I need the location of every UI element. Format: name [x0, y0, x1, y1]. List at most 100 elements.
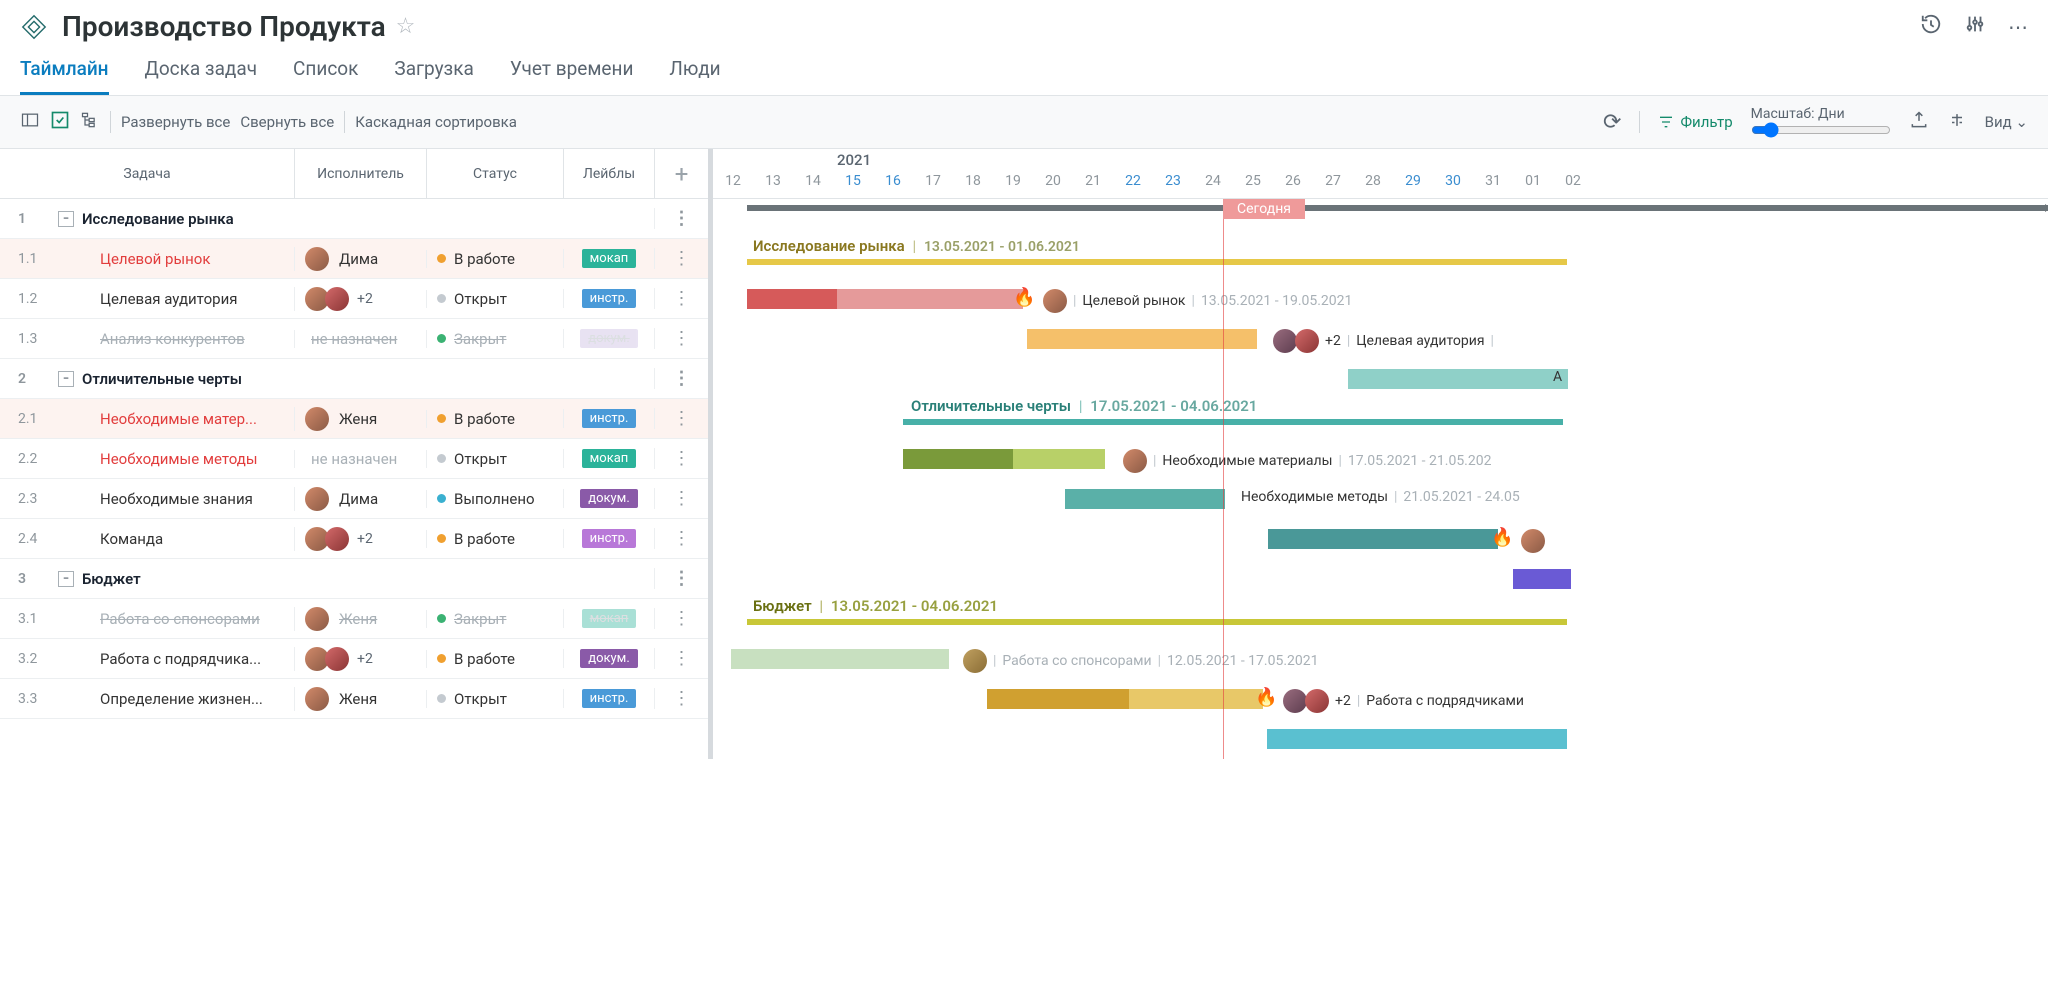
task-cell[interactable]: Необходимые методы	[48, 450, 294, 468]
filter-button[interactable]: Фильтр	[1658, 113, 1732, 131]
status-cell[interactable]: В работе	[426, 530, 563, 548]
status-cell[interactable]: Выполнено	[426, 490, 563, 508]
labels-cell[interactable]: докум.	[563, 329, 654, 348]
labels-cell[interactable]: мокап	[563, 609, 654, 628]
collapse-toggle[interactable]: −	[58, 371, 74, 387]
task-cell[interactable]: Анализ конкурентов	[48, 330, 294, 348]
panel-icon[interactable]	[20, 110, 40, 134]
gantt-chart[interactable]: ◁ 2021 121314151617181920212223242526272…	[713, 149, 2048, 759]
task-cell[interactable]: Целевая аудитория	[48, 290, 294, 308]
row-menu-button[interactable]: ⋮	[654, 488, 708, 509]
collapse-toggle[interactable]: −	[58, 211, 74, 227]
add-column-button[interactable]: +	[654, 149, 708, 198]
row-menu-button[interactable]: ⋮	[654, 688, 708, 709]
collapse-all-button[interactable]: Свернуть все	[240, 113, 334, 131]
status-cell[interactable]: В работе	[426, 650, 563, 668]
task-row[interactable]: 3.3Определение жизнен...ЖеняОткрытинстр.…	[0, 679, 708, 719]
col-task[interactable]: Задача	[0, 149, 294, 198]
status-cell[interactable]: В работе	[426, 250, 563, 268]
tab-5[interactable]: Люди	[669, 53, 720, 95]
gantt-task-row[interactable]: +2 | Целевая аудитория |	[713, 319, 2048, 359]
hierarchy-icon[interactable]	[80, 110, 100, 134]
executor-cell[interactable]: не назначен	[294, 450, 426, 468]
row-menu-button[interactable]: ⋮	[654, 608, 708, 629]
gantt-task-row[interactable]: 🔥 | Целевой рынок | 13.05.2021 - 19.05.2…	[713, 279, 2048, 319]
cascade-sort-button[interactable]: Каскадная сортировка	[355, 113, 517, 131]
group-row[interactable]: 2−Отличительные черты⋮	[0, 359, 708, 399]
labels-cell[interactable]: инстр.	[563, 409, 654, 428]
gantt-task-row[interactable]	[713, 719, 2048, 759]
task-cell[interactable]: Команда	[48, 530, 294, 548]
task-row[interactable]: 1.1Целевой рынокДимаВ работемокап⋮	[0, 239, 708, 279]
columns-icon[interactable]	[1947, 110, 1967, 134]
status-cell[interactable]: Открыт	[426, 450, 563, 468]
executor-cell[interactable]: Женя	[294, 607, 426, 631]
more-icon[interactable]: ⋯	[2008, 15, 2028, 39]
gantt-task-row[interactable]	[713, 559, 2048, 599]
col-status[interactable]: Статус	[426, 149, 563, 198]
executor-cell[interactable]: Дима	[294, 247, 426, 271]
task-cell[interactable]: −Бюджет	[48, 570, 294, 588]
view-dropdown[interactable]: Вид ⌄	[1985, 113, 2028, 131]
task-row[interactable]: 2.3Необходимые знанияДимаВыполненодокум.…	[0, 479, 708, 519]
labels-cell[interactable]: инстр.	[563, 529, 654, 548]
status-cell[interactable]: Закрыт	[426, 330, 563, 348]
task-row[interactable]: 3.1Работа со спонсорамиЖеняЗакрытмокап⋮	[0, 599, 708, 639]
status-cell[interactable]: Открыт	[426, 290, 563, 308]
task-cell[interactable]: −Отличительные черты	[48, 370, 294, 388]
row-menu-button[interactable]: ⋮	[654, 368, 708, 389]
gantt-task-row[interactable]: | Необходимые материалы | 17.05.2021 - 2…	[713, 439, 2048, 479]
refresh-icon[interactable]: ⟳	[1603, 110, 1621, 135]
gantt-task-row[interactable]: Необходимые методы | 21.05.2021 - 24.05	[713, 479, 2048, 519]
executor-cell[interactable]: +2	[294, 287, 426, 311]
zoom-slider[interactable]	[1751, 122, 1891, 138]
group-row[interactable]: 1−Исследование рынка⋮	[0, 199, 708, 239]
executor-cell[interactable]: Дима	[294, 487, 426, 511]
row-menu-button[interactable]: ⋮	[654, 328, 708, 349]
task-row[interactable]: 3.2Работа с подрядчика...+2В работедокум…	[0, 639, 708, 679]
task-cell[interactable]: Необходимые знания	[48, 490, 294, 508]
labels-cell[interactable]: инстр.	[563, 689, 654, 708]
expand-all-button[interactable]: Развернуть все	[121, 113, 230, 131]
status-cell[interactable]: В работе	[426, 410, 563, 428]
gantt-group-row[interactable]: Отличительные черты | 17.05.2021 - 04.06…	[713, 399, 2048, 439]
export-icon[interactable]	[1909, 110, 1929, 134]
task-cell[interactable]: Целевой рынок	[48, 250, 294, 268]
task-cell[interactable]: −Исследование рынка	[48, 210, 294, 228]
task-cell[interactable]: Определение жизнен...	[48, 690, 294, 708]
history-icon[interactable]	[1920, 13, 1942, 40]
group-row[interactable]: 3−Бюджет⋮	[0, 559, 708, 599]
gantt-task-row[interactable]: 🔥 +2 | Работа с подрядчиками	[713, 679, 2048, 719]
gantt-group-row[interactable]: Бюджет | 13.05.2021 - 04.06.2021	[713, 599, 2048, 639]
labels-cell[interactable]: инстр.	[563, 289, 654, 308]
task-row[interactable]: 2.2Необходимые методыне назначенОткрытмо…	[0, 439, 708, 479]
row-menu-button[interactable]: ⋮	[654, 448, 708, 469]
status-cell[interactable]: Закрыт	[426, 610, 563, 628]
task-row[interactable]: 1.3Анализ конкурентовне назначенЗакрытдо…	[0, 319, 708, 359]
list-check-icon[interactable]	[50, 110, 70, 134]
row-menu-button[interactable]: ⋮	[654, 248, 708, 269]
task-row[interactable]: 2.1Необходимые матер...ЖеняВ работеинстр…	[0, 399, 708, 439]
task-cell[interactable]: Работа с подрядчика...	[48, 650, 294, 668]
tab-1[interactable]: Доска задач	[145, 53, 258, 95]
gantt-task-row[interactable]: А	[713, 359, 2048, 399]
tab-0[interactable]: Таймлайн	[20, 53, 109, 95]
labels-cell[interactable]: мокап	[563, 249, 654, 268]
settings-sliders-icon[interactable]	[1964, 13, 1986, 40]
gantt-task-row[interactable]: 🔥	[713, 519, 2048, 559]
col-executor[interactable]: Исполнитель	[294, 149, 426, 198]
row-menu-button[interactable]: ⋮	[654, 208, 708, 229]
row-menu-button[interactable]: ⋮	[654, 408, 708, 429]
task-cell[interactable]: Необходимые матер...	[48, 410, 294, 428]
task-cell[interactable]: Работа со спонсорами	[48, 610, 294, 628]
row-menu-button[interactable]: ⋮	[654, 528, 708, 549]
task-row[interactable]: 1.2Целевая аудитория+2Открытинстр.⋮	[0, 279, 708, 319]
executor-cell[interactable]: +2	[294, 527, 426, 551]
task-row[interactable]: 2.4Команда+2В работеинстр.⋮	[0, 519, 708, 559]
gantt-group-row[interactable]: Исследование рынка | 13.05.2021 - 01.06.…	[713, 239, 2048, 279]
labels-cell[interactable]: докум.	[563, 649, 654, 668]
tab-4[interactable]: Учет времени	[510, 53, 634, 95]
executor-cell[interactable]: Женя	[294, 687, 426, 711]
col-labels[interactable]: Лейблы	[563, 149, 654, 198]
favorite-star-icon[interactable]: ☆	[396, 14, 416, 39]
